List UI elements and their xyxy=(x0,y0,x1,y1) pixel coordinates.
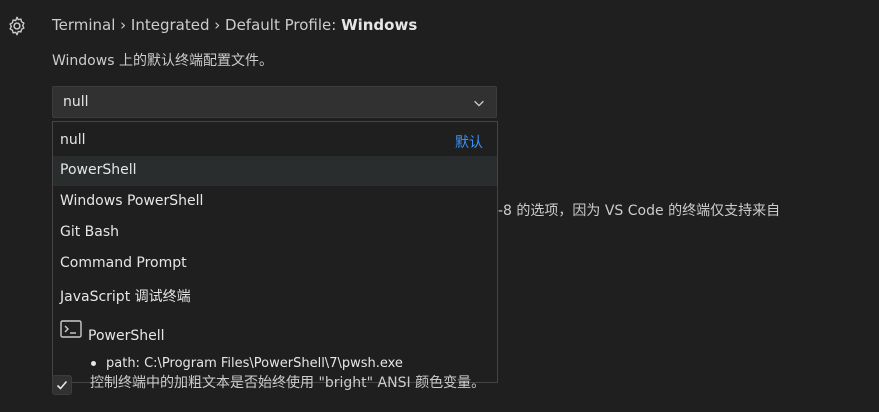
detail-path: path: C:\Program Files\PowerShell\7\pwsh… xyxy=(91,356,403,371)
option-windows-powershell[interactable]: Windows PowerShell xyxy=(53,187,497,217)
chevron-down-icon xyxy=(474,100,484,107)
option-label: Git Bash xyxy=(60,224,120,240)
option-label: PowerShell xyxy=(60,162,137,178)
dropdown-list: null 默认 PowerShell Windows PowerShell Gi… xyxy=(52,121,498,383)
option-label: Command Prompt xyxy=(60,255,187,271)
bold-bright-checkbox[interactable] xyxy=(52,375,72,395)
setting-title: Terminal › Integrated › Default Profile:… xyxy=(52,16,417,34)
gear-icon[interactable] xyxy=(6,15,28,37)
option-null[interactable]: null 默认 xyxy=(53,126,497,156)
setting-description: Windows 上的默认终端配置文件。 xyxy=(52,53,273,69)
option-label: null xyxy=(60,132,86,148)
option-git-bash[interactable]: Git Bash xyxy=(53,218,497,248)
setting-name: Windows xyxy=(341,16,418,34)
option-javascript-debug-terminal[interactable]: JavaScript 调试终端 xyxy=(53,280,497,310)
bullet-dot xyxy=(91,361,96,366)
setting-breadcrumb: Terminal › Integrated › Default Profile: xyxy=(52,16,342,34)
option-label: JavaScript 调试终端 xyxy=(60,289,191,305)
detail-title: PowerShell xyxy=(88,328,165,344)
default-tag: 默认 xyxy=(455,135,483,151)
terminal-icon xyxy=(60,320,82,338)
option-label: Windows PowerShell xyxy=(60,193,204,209)
setting-description-partial: -8 的选项，因为 VS Code 的终端仅支持来自 xyxy=(498,203,781,219)
default-profile-select[interactable]: null xyxy=(52,86,497,118)
checkbox-label: 控制终端中的加粗文本是否始终使用 "bright" ANSI 颜色变量。 xyxy=(90,375,486,391)
detail-path-text: path: C:\Program Files\PowerShell\7\pwsh… xyxy=(106,356,403,371)
option-command-prompt[interactable]: Command Prompt xyxy=(53,249,497,279)
select-value: null xyxy=(63,94,89,110)
option-powershell[interactable]: PowerShell xyxy=(53,156,497,186)
check-icon xyxy=(56,380,68,390)
